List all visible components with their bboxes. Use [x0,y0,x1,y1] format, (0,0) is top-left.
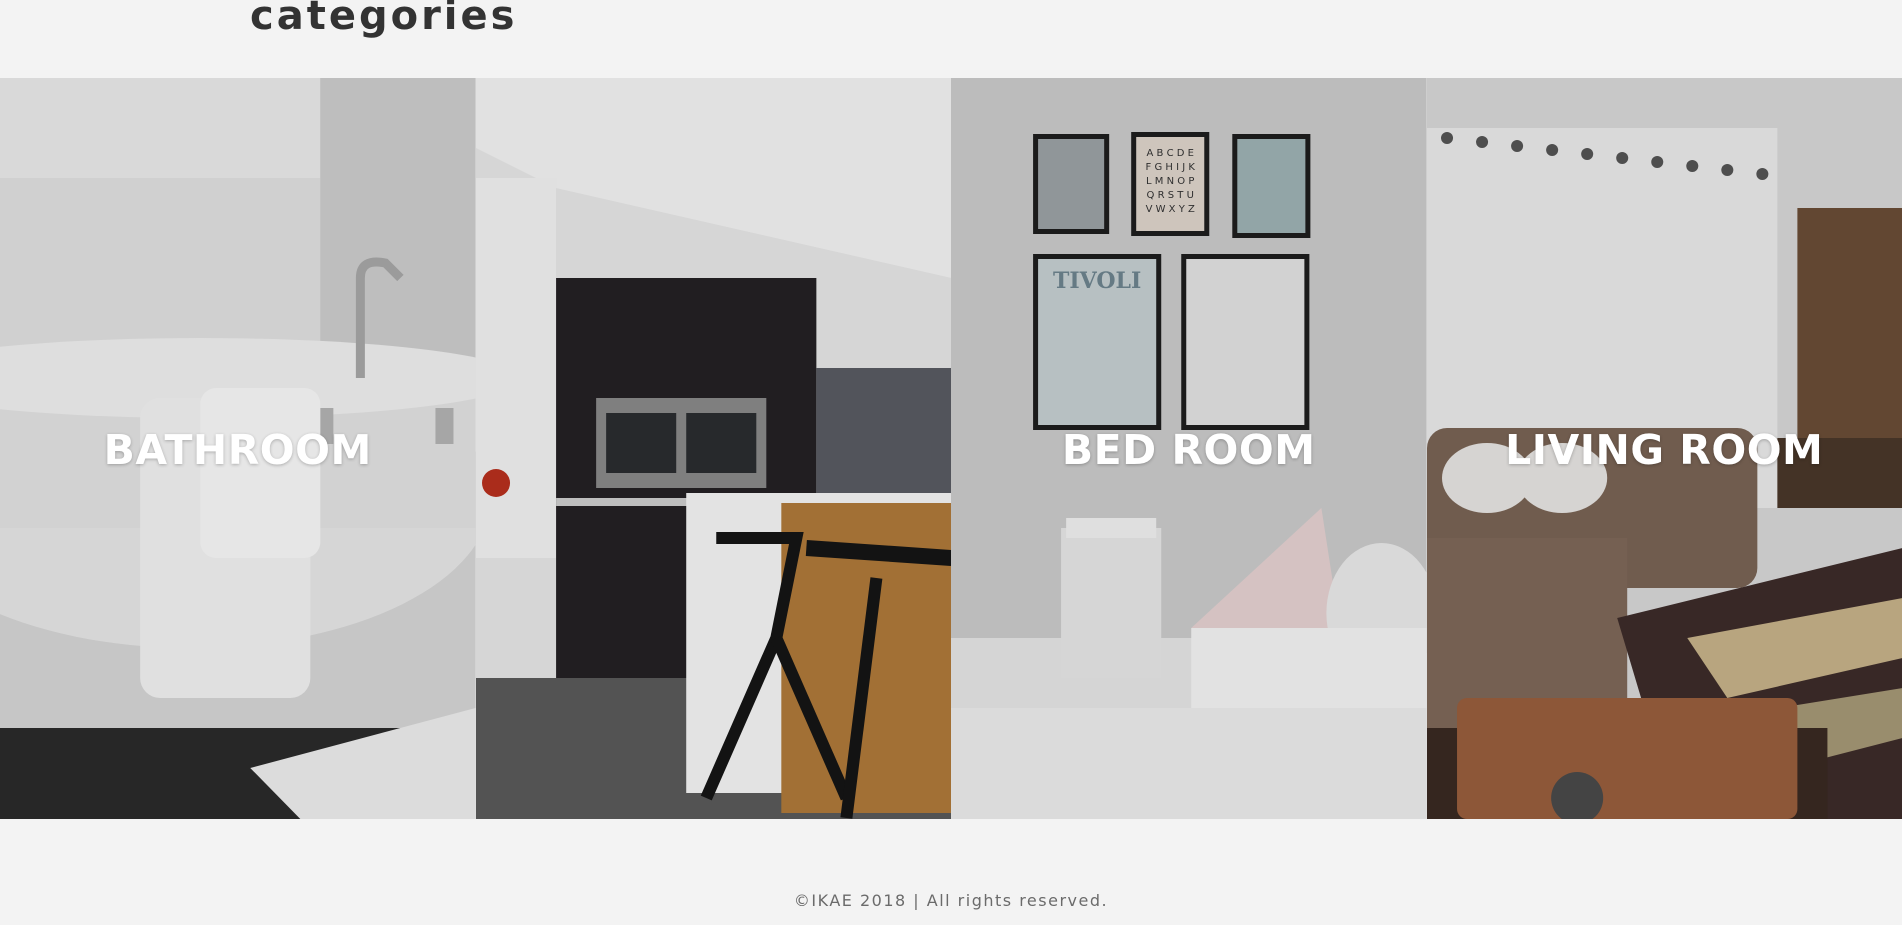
footer-copyright: ©IKAE 2018 | All rights reserved. [793,891,1109,910]
tile-overlay [475,78,951,819]
category-tile-bathroom[interactable]: BATHROOM [0,78,476,819]
category-tile-kitchen[interactable] [475,78,951,819]
section-title: categories [250,0,518,39]
category-tile-bedroom[interactable]: A B C D E F G H I J K L M N O P Q R S T … [951,78,1427,819]
category-label: BATHROOM [103,426,372,474]
category-label: LIVING ROOM [1505,426,1824,474]
category-tile-living-room[interactable]: LIVING ROOM [1426,78,1902,819]
category-grid: BATHROOM A B C D E F G H I J K L M N O P… [0,78,1902,819]
category-label: BED ROOM [1061,426,1316,474]
page: categories BATHROOM A B C D E F G H I J … [0,0,1902,925]
